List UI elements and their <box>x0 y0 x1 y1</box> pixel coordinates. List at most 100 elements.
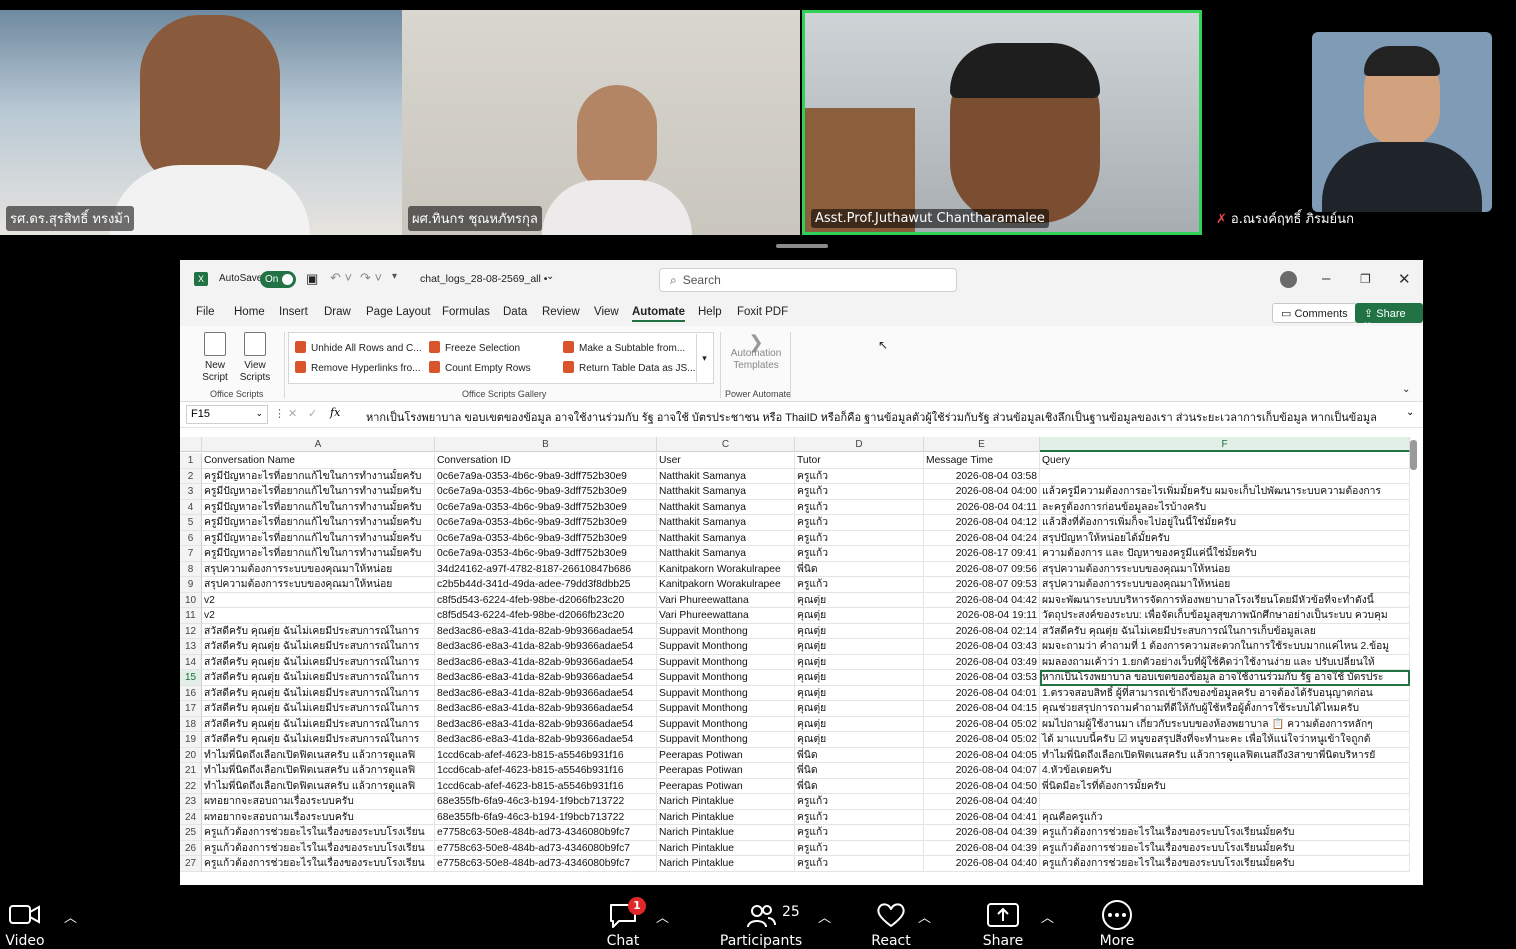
video-tile-4[interactable]: ✗ อ.ณรงค์ฤทธิ์ ภิรมย์นก <box>1210 10 1510 235</box>
table-cell[interactable]: 2026-08-04 04:39 <box>924 840 1040 856</box>
table-cell[interactable]: ครูมีปัญหาอะไรที่อยากแก้ไขในการทำงานมั้ย… <box>202 546 435 562</box>
table-cell[interactable]: 2026-08-04 04:00 <box>924 484 1040 500</box>
table-cell[interactable]: Natthakit Samanya <box>657 530 795 546</box>
table-cell[interactable]: 0c6e7a9a-0353-4b6c-9ba9-3dff752b30e9 <box>435 530 657 546</box>
tab-foxit-pdf[interactable]: Foxit PDF <box>737 306 788 318</box>
table-cell[interactable]: ครูแก้ว <box>795 809 924 825</box>
table-cell[interactable]: ครูแก้วต้องการช่วยอะไรในเรื่องของระบบโรง… <box>1040 856 1410 872</box>
table-cell[interactable]: ครูมีปัญหาอะไรที่อยากแก้ไขในการทำงานมั้ย… <box>202 468 435 484</box>
table-cell[interactable]: Natthakit Samanya <box>657 515 795 531</box>
cancel-icon[interactable]: ✕ <box>288 407 297 420</box>
row-header[interactable]: 4 <box>180 499 202 515</box>
tab-insert[interactable]: Insert <box>279 306 308 318</box>
row-header[interactable]: 19 <box>180 732 202 748</box>
table-cell[interactable]: ผทอยากจะสอบถามเรื่องระบบครับ <box>202 794 435 810</box>
table-cell[interactable]: สวัสดีครับ คุณตุ่ย ฉันไม่เคยมีประสบการณ์… <box>1040 623 1410 639</box>
row-header[interactable]: 20 <box>180 747 202 763</box>
table-cell[interactable]: 2026-08-04 04:12 <box>924 515 1040 531</box>
participants-options-caret[interactable]: ︿ <box>818 907 831 926</box>
table-cell[interactable]: 2026-08-04 03:49 <box>924 654 1040 670</box>
comments-button[interactable]: ▭ Comments <box>1272 303 1357 323</box>
table-cell[interactable]: คุณตุ่ย <box>795 608 924 624</box>
column-header-a[interactable]: A <box>202 437 435 452</box>
table-cell[interactable]: คุณตุ่ย <box>795 639 924 655</box>
table-cell[interactable]: ครูแก้ว <box>795 577 924 593</box>
table-cell[interactable]: พี่นิด <box>795 763 924 779</box>
table-cell[interactable]: 8ed3ac86-e8a3-41da-82ab-9b9366adae54 <box>435 732 657 748</box>
table-cell[interactable]: 0c6e7a9a-0353-4b6c-9ba9-3dff752b30e9 <box>435 468 657 484</box>
table-cell[interactable]: พี่นิด <box>795 778 924 794</box>
header-cell[interactable]: Query <box>1040 453 1410 469</box>
row-header[interactable]: 16 <box>180 685 202 701</box>
table-cell[interactable]: ครูแก้วต้องการช่วยอะไรในเรื่องของระบบโรง… <box>202 840 435 856</box>
share-button[interactable]: ⇪ Share ˅ <box>1355 303 1423 332</box>
header-cell[interactable]: Conversation ID <box>435 453 657 469</box>
table-cell[interactable]: คุณตุ่ย <box>795 685 924 701</box>
table-cell[interactable]: สวัสดีครับ คุณตุ่ย ฉันไม่เคยมีประสบการณ์… <box>202 670 435 686</box>
table-cell[interactable]: 2026-08-17 09:41 <box>924 546 1040 562</box>
table-cell[interactable]: แล้วครูมีความต้องการอะไรเพิ่มมั้ยครับ ผม… <box>1040 484 1410 500</box>
table-cell[interactable]: 2026-08-04 04:40 <box>924 856 1040 872</box>
table-cell[interactable]: คุณตุ่ย <box>795 670 924 686</box>
table-cell[interactable]: สรุปความต้องการระบบของคุณมาให้หน่อย <box>202 561 435 577</box>
table-cell[interactable]: 1.ตรวจสอบสิทธิ์ ผู้ที่สามารถเข้าถึงของข้… <box>1040 685 1410 701</box>
table-cell[interactable]: ครูมีปัญหาอะไรที่อยากแก้ไขในการทำงานมั้ย… <box>202 530 435 546</box>
table-cell[interactable]: คุณตุ่ย <box>795 592 924 608</box>
table-cell[interactable]: Suppavit Monthong <box>657 623 795 639</box>
table-cell[interactable]: Suppavit Monthong <box>657 654 795 670</box>
row-header[interactable]: 6 <box>180 530 202 546</box>
header-cell[interactable]: Message Time <box>924 453 1040 469</box>
table-cell[interactable]: สรุปความต้องการระบบของคุณมาให้หน่อย <box>1040 561 1410 577</box>
row-header[interactable]: 5 <box>180 515 202 531</box>
table-cell[interactable]: Suppavit Monthong <box>657 732 795 748</box>
expand-formula-icon[interactable]: ⌄ <box>1406 407 1414 418</box>
table-cell[interactable]: สรุปปัญหาให้หน่อยได้มั้ยครับ <box>1040 530 1410 546</box>
table-cell[interactable]: Vari Phureewattana <box>657 592 795 608</box>
table-cell[interactable]: Narich Pintaklue <box>657 825 795 841</box>
table-cell[interactable]: คุณตุ่ย <box>795 701 924 717</box>
table-cell[interactable]: 2026-08-04 04:07 <box>924 763 1040 779</box>
table-cell[interactable]: 68e355fb-6fa9-46c3-b194-1f9bcb713722 <box>435 794 657 810</box>
table-cell[interactable]: ครูแก้ว <box>795 825 924 841</box>
table-cell[interactable]: 0c6e7a9a-0353-4b6c-9ba9-3dff752b30e9 <box>435 484 657 500</box>
table-cell[interactable]: ได้ มาแบบนี้ครับ ☑ หนูขอสรุปสิ่งที่จะทำน… <box>1040 732 1410 748</box>
gallery-item-remove-hyperlinks[interactable]: Remove Hyperlinks fro... <box>295 361 420 374</box>
table-cell[interactable]: ทำไมพี่นิดถึงเลือกเปิดฟิตเนสครับ แล้วการ… <box>202 747 435 763</box>
automation-templates-button[interactable]: ❯ Automation Templates <box>728 333 784 372</box>
name-box[interactable]: F15 ⌄ <box>186 405 268 424</box>
table-cell[interactable]: ผมลองถามเค้าว่า 1.ยกตัวอย่างเว็บที่ผู้ใช… <box>1040 654 1410 670</box>
table-cell[interactable]: 1ccd6cab-afef-4623-b815-a5546b931f16 <box>435 747 657 763</box>
table-cell[interactable]: 1ccd6cab-afef-4623-b815-a5546b931f16 <box>435 778 657 794</box>
table-cell[interactable]: 0c6e7a9a-0353-4b6c-9ba9-3dff752b30e9 <box>435 499 657 515</box>
share-options-caret[interactable]: ︿ <box>1041 907 1054 926</box>
row-header[interactable]: 2 <box>180 468 202 484</box>
view-scripts-button[interactable]: View Scripts <box>238 332 272 384</box>
customize-toolbar-icon[interactable]: ▾ <box>392 271 397 282</box>
table-cell[interactable]: 2026-08-04 04:15 <box>924 701 1040 717</box>
gallery-resize-handle[interactable] <box>776 244 828 248</box>
table-cell[interactable]: e7758c63-50e8-484b-ad73-4346080b9fc7 <box>435 856 657 872</box>
table-cell[interactable]: 2026-08-07 09:56 <box>924 561 1040 577</box>
table-cell[interactable]: 2026-08-04 03:53 <box>924 670 1040 686</box>
table-cell[interactable] <box>1040 468 1410 484</box>
maximize-icon[interactable]: ❐ <box>1360 272 1371 286</box>
table-cell[interactable]: 8ed3ac86-e8a3-41da-82ab-9b9366adae54 <box>435 623 657 639</box>
table-cell[interactable]: Suppavit Monthong <box>657 716 795 732</box>
table-cell[interactable]: 0c6e7a9a-0353-4b6c-9ba9-3dff752b30e9 <box>435 515 657 531</box>
table-cell[interactable]: พี่นิดมีอะไรที่ต้องการมั้ยครับ <box>1040 778 1410 794</box>
chevron-down-icon[interactable]: ⌄ <box>546 271 554 282</box>
table-cell[interactable]: แล้วสิ่งที่ต้องการเพิ่มก็จะไปอยู่ในนี้ใช… <box>1040 515 1410 531</box>
table-cell[interactable]: ครูแก้ว <box>795 515 924 531</box>
table-cell[interactable]: Vari Phureewattana <box>657 608 795 624</box>
table-cell[interactable]: สรุปความต้องการระบบของคุณมาให้หน่อย <box>202 577 435 593</box>
table-cell[interactable]: Natthakit Samanya <box>657 499 795 515</box>
table-cell[interactable]: ผทอยากจะสอบถามเรื่องระบบครับ <box>202 809 435 825</box>
table-cell[interactable]: Natthakit Samanya <box>657 484 795 500</box>
table-cell[interactable]: 8ed3ac86-e8a3-41da-82ab-9b9366adae54 <box>435 639 657 655</box>
table-cell[interactable]: 8ed3ac86-e8a3-41da-82ab-9b9366adae54 <box>435 701 657 717</box>
search-box[interactable]: ⌕ Search <box>659 268 957 292</box>
table-cell[interactable]: Kanitpakorn Worakulrapee <box>657 561 795 577</box>
react-options-caret[interactable]: ︿ <box>918 907 931 926</box>
row-header[interactable]: 1 <box>180 453 202 469</box>
table-cell[interactable]: 8ed3ac86-e8a3-41da-82ab-9b9366adae54 <box>435 685 657 701</box>
